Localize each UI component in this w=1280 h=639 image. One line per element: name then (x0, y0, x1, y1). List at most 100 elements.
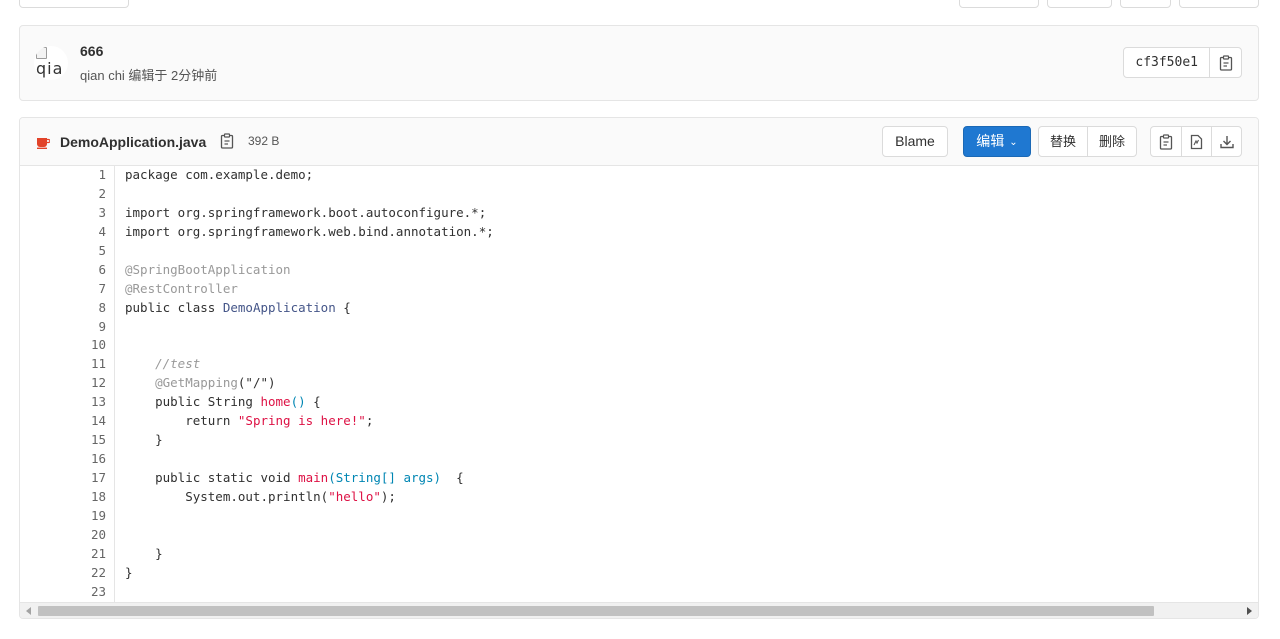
broken-image-icon (36, 47, 47, 59)
delete-button[interactable]: 删除 (1087, 127, 1136, 156)
last-commit-panel: qia 666 qian chi 编辑于 2分钟前 cf3f50e1 (19, 25, 1259, 101)
open-raw-button[interactable] (1181, 127, 1211, 156)
blame-button[interactable]: Blame (882, 126, 948, 157)
code-token: { (305, 394, 321, 410)
toolbar-button[interactable] (1179, 0, 1259, 8)
code-line: package com.example.demo; (125, 166, 494, 185)
line-number[interactable]: 8 (20, 299, 114, 318)
code-token: { (441, 470, 464, 485)
code-token: } (125, 564, 133, 580)
code-view[interactable]: 1 2 3 4 5 6 7 8 9 10 11 12 13 14 15 16 17 18 19 20 21 22 23 pa… (20, 166, 1258, 602)
code-token: public static void (125, 470, 299, 485)
code-token: "Spring is here!" (237, 413, 366, 429)
edit-button-label: 编辑 (976, 133, 1005, 149)
line-number[interactable]: 16 (20, 450, 114, 469)
line-number[interactable]: 10 (20, 336, 114, 355)
code-line: @SpringBootApplication (125, 261, 494, 280)
code-line: public static void main(String[] args) { (125, 469, 494, 488)
horizontal-scrollbar[interactable] (20, 602, 1258, 618)
code-token: ("/") (237, 375, 276, 391)
branch-select-button[interactable] (19, 0, 129, 8)
line-number[interactable]: 22 (20, 564, 114, 583)
line-number[interactable]: 2 (20, 185, 114, 204)
code-token: home (260, 394, 291, 410)
scroll-right-icon[interactable] (1247, 607, 1252, 615)
line-number[interactable]: 23 (20, 583, 114, 602)
toolbar-button[interactable] (1120, 0, 1171, 8)
open-raw-icon (1190, 134, 1203, 149)
commit-sha-group: cf3f50e1 (1123, 47, 1242, 78)
code-token: return (125, 413, 238, 429)
code-token: } (125, 545, 163, 561)
code-line: //test (125, 355, 494, 374)
line-number[interactable]: 17 (20, 469, 114, 488)
copy-contents-button[interactable] (1151, 127, 1181, 156)
line-number[interactable]: 7 (20, 280, 114, 299)
line-number[interactable]: 11 (20, 355, 114, 374)
file-name[interactable]: DemoApplication.java (60, 134, 206, 150)
top-toolbar-clipped (0, 0, 1280, 12)
copy-file-contents-icon (1159, 133, 1173, 150)
code-line: System.out.println("hello"); (125, 488, 494, 507)
copy-icon (220, 133, 234, 149)
line-numbers: 1 2 3 4 5 6 7 8 9 10 11 12 13 14 15 16 17 18 19 20 21 22 23 (20, 166, 115, 602)
code-token: @RestController (125, 280, 238, 296)
file-header: DemoApplication.java 392 B Blame 编辑 ⌄ 替换 … (20, 118, 1258, 166)
edit-dropdown-button[interactable]: 编辑 ⌄ (963, 126, 1031, 157)
scroll-left-icon[interactable] (26, 607, 31, 615)
code-token: import org.springframework.web.bind.anno… (125, 223, 494, 239)
scrollbar-thumb[interactable] (38, 606, 1154, 616)
line-number[interactable]: 9 (20, 318, 114, 337)
code-token: } (125, 432, 163, 448)
code-line: public class DemoApplication { (125, 299, 494, 318)
line-number[interactable]: 6 (20, 261, 114, 280)
code-line: return "Spring is here!"; (125, 412, 494, 431)
line-number[interactable]: 20 (20, 526, 114, 545)
code-token: System.out.println( (125, 488, 329, 504)
code-token: DemoApplication (222, 299, 336, 315)
code-token: public String (125, 394, 261, 410)
line-number[interactable]: 19 (20, 507, 114, 526)
toolbar-button[interactable] (1047, 0, 1112, 8)
line-number[interactable]: 15 (20, 431, 114, 450)
copy-sha-button[interactable] (1210, 48, 1241, 77)
code-line: @GetMapping("/") (125, 374, 494, 393)
avatar-alt-text: qia (36, 59, 64, 78)
download-button[interactable] (1211, 127, 1241, 156)
code-token: () (290, 394, 306, 410)
code-token: @SpringBootApplication (125, 261, 291, 277)
line-number[interactable]: 14 (20, 412, 114, 431)
code-line: } (125, 431, 494, 450)
code-token: //test (155, 356, 201, 372)
java-file-icon (37, 138, 50, 149)
code-token: public class (125, 299, 223, 315)
code-token: ; (365, 413, 374, 429)
commit-sha[interactable]: cf3f50e1 (1124, 48, 1210, 77)
line-number[interactable]: 18 (20, 488, 114, 507)
line-number[interactable]: 1 (20, 166, 114, 185)
avatar[interactable]: qia (34, 46, 68, 80)
code-token: { (335, 299, 351, 315)
code-token: (String[] args) (328, 470, 442, 485)
commit-title[interactable]: 666 (80, 43, 103, 59)
line-number[interactable]: 4 (20, 223, 114, 242)
toolbar-button[interactable] (959, 0, 1039, 8)
replace-delete-group: 替换 删除 (1038, 126, 1138, 157)
code-token: "hello" (328, 488, 381, 504)
replace-button[interactable]: 替换 (1039, 127, 1087, 156)
line-number[interactable]: 12 (20, 374, 114, 393)
copy-file-path-button[interactable] (220, 133, 234, 152)
file-size: 392 B (248, 134, 280, 148)
line-number[interactable]: 3 (20, 204, 114, 223)
line-number[interactable]: 13 (20, 393, 114, 412)
line-number[interactable]: 21 (20, 545, 114, 564)
line-number[interactable]: 5 (20, 242, 114, 261)
code-line: } (125, 545, 494, 564)
